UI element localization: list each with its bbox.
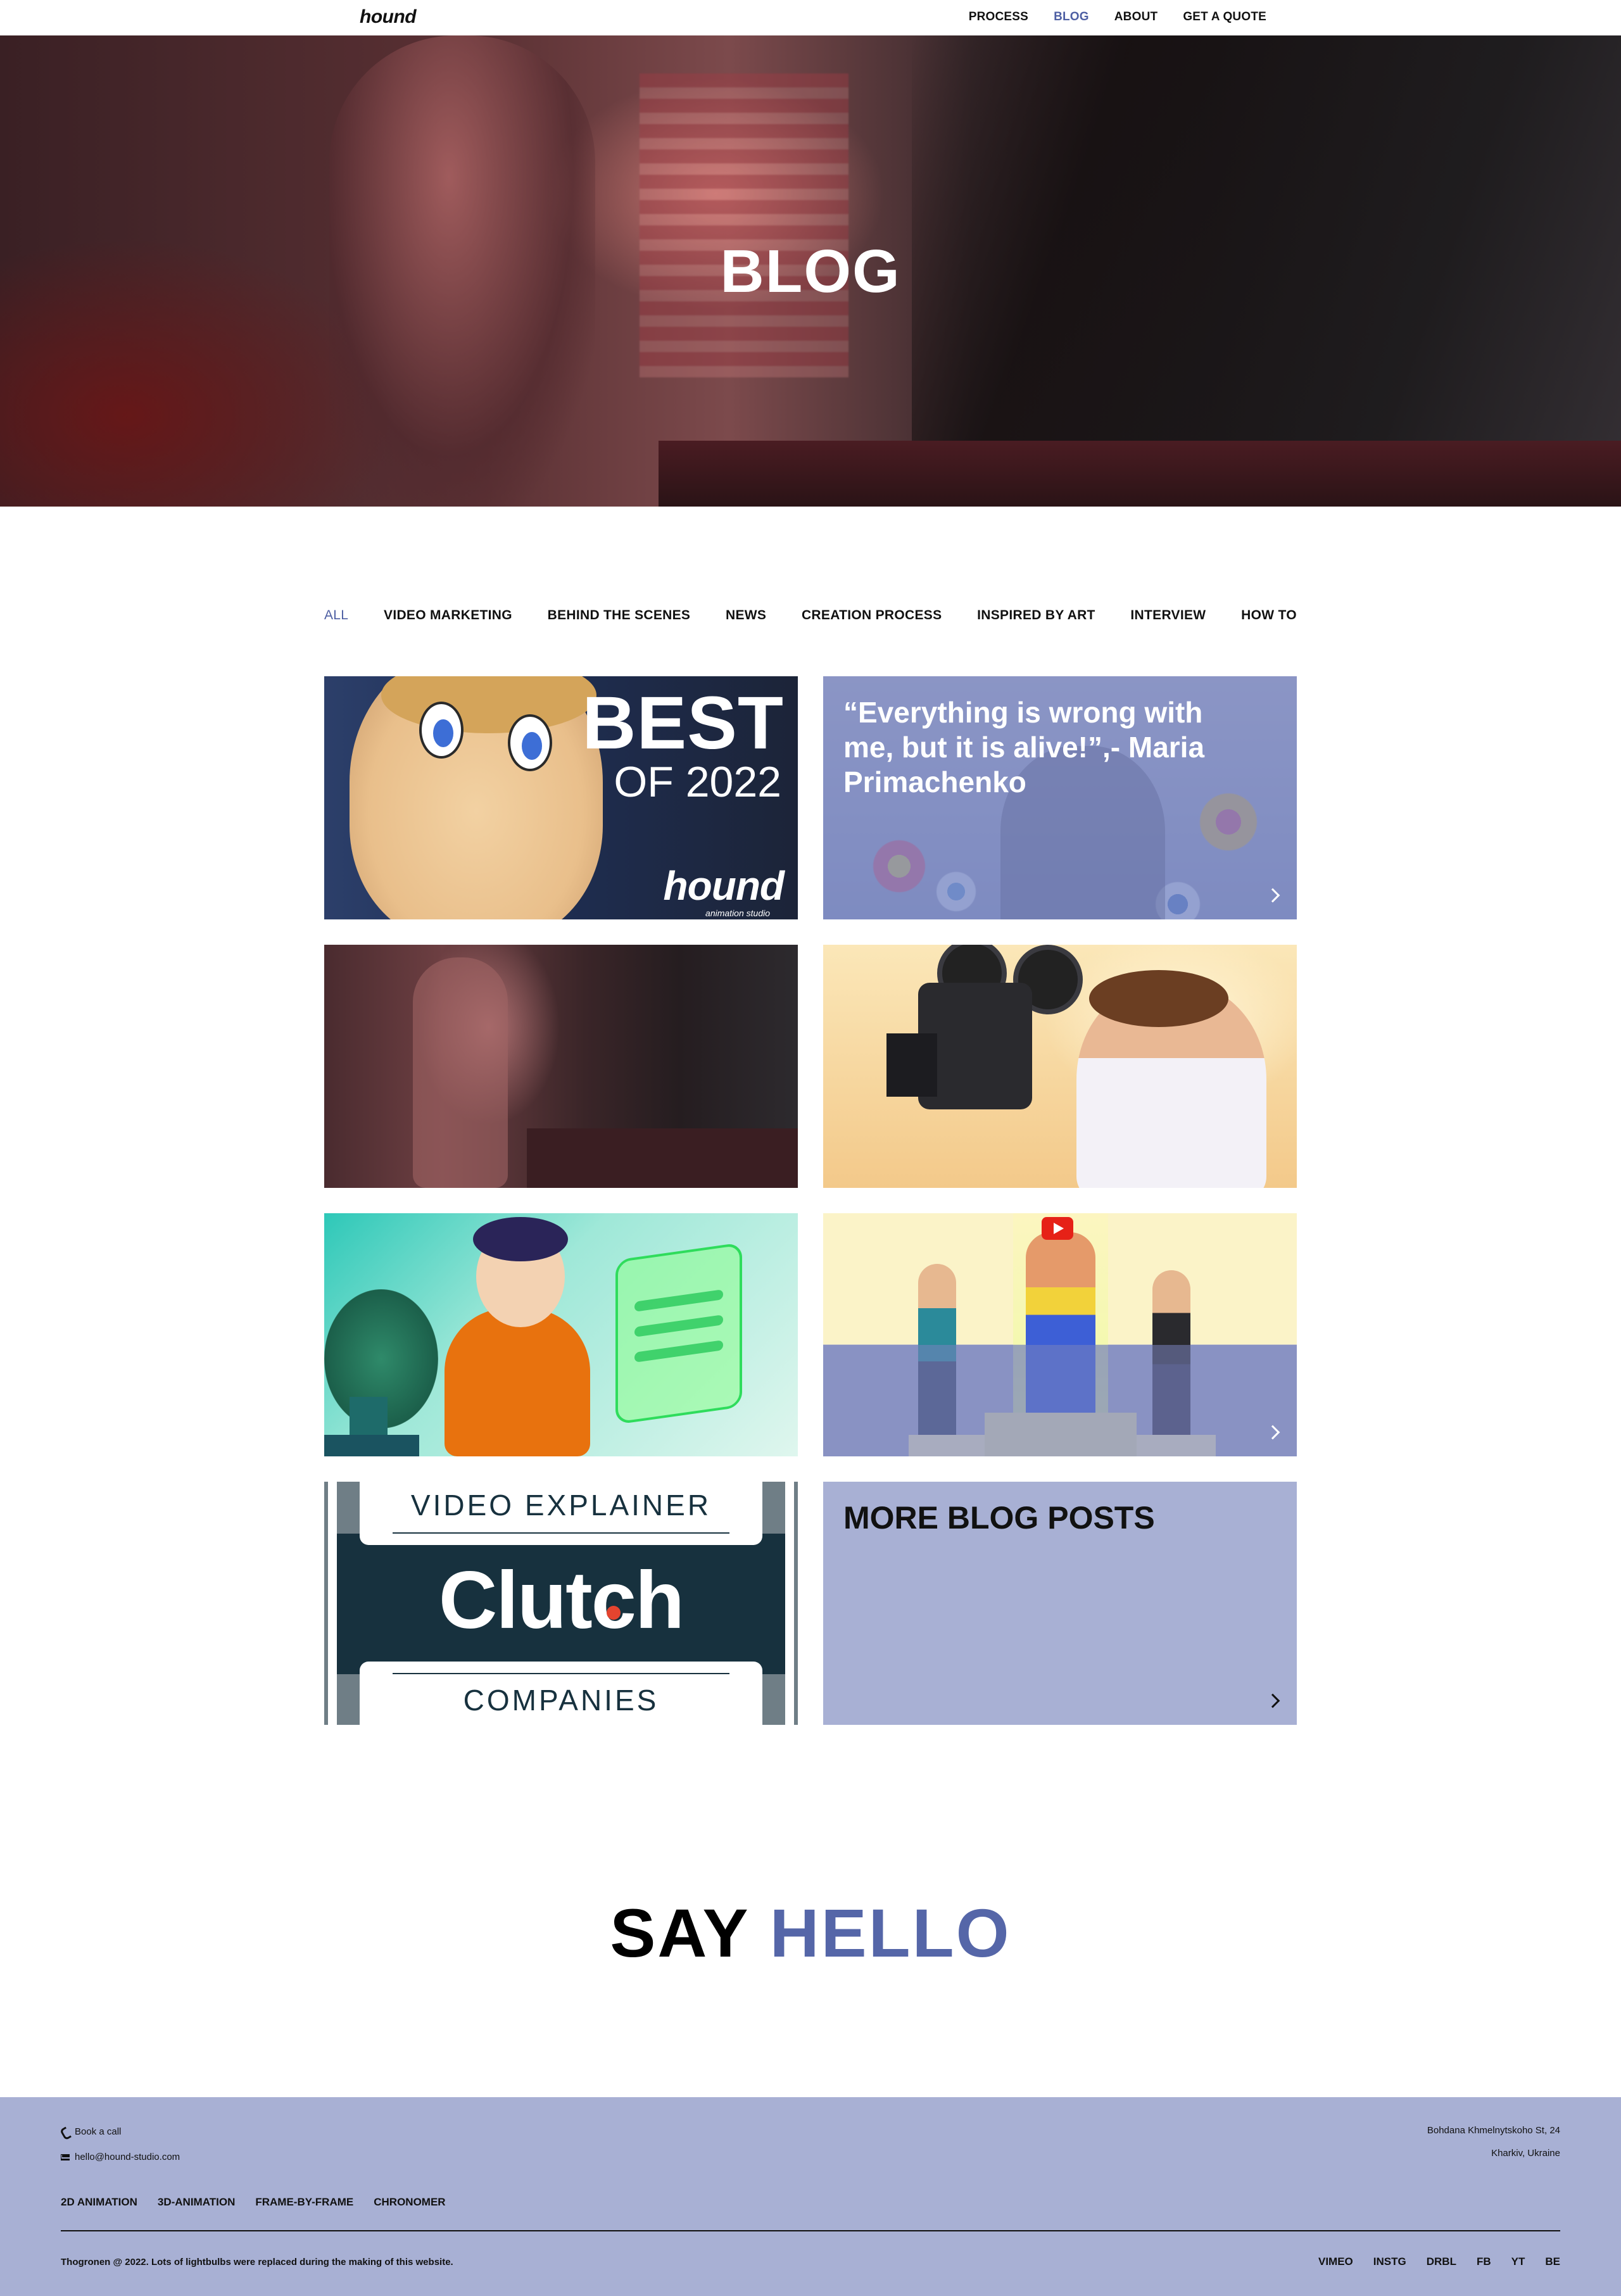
nav-get-a-quote[interactable]: GET A QUOTE (1183, 10, 1266, 24)
nav-process[interactable]: PROCESS (969, 10, 1028, 24)
operator-hair (1089, 970, 1228, 1027)
hero-banner: BLOG (0, 35, 1621, 507)
social-links: VIMEO INSTG DRBL FB YT BE (1318, 2255, 1560, 2268)
scene-desk (527, 1128, 798, 1188)
social-vimeo[interactable]: VIMEO (1318, 2255, 1353, 2268)
character-hair (473, 1217, 568, 1261)
character-body (445, 1308, 590, 1456)
email-label: hello@hound-studio.com (75, 2152, 180, 2162)
post-card-digital-screen[interactable] (324, 1213, 798, 1456)
hero-sill (659, 441, 1621, 507)
card-watermark-sub: animation studio (705, 908, 770, 918)
post-card-podium-winner[interactable] (823, 1213, 1297, 1456)
page-title: BLOG (720, 237, 901, 305)
scene-figure (413, 957, 508, 1188)
post-card-maria-primachenko[interactable]: “Everything is wrong with me, but it is … (823, 676, 1297, 919)
social-facebook[interactable]: FB (1477, 2255, 1491, 2268)
category-tabs: ALL VIDEO MARKETING BEHIND THE SCENES NE… (324, 608, 1297, 623)
book-a-call-label: Book a call (75, 2126, 122, 2137)
footer-link-3d-animation[interactable]: 3D-ANIMATION (158, 2196, 235, 2209)
address-street: Bohdana Khmelnytskoho St, 24 (1427, 2125, 1560, 2136)
footer-services: 2D ANIMATION 3D-ANIMATION FRAME-BY-FRAME… (61, 2196, 446, 2209)
social-instagram[interactable]: INSTG (1373, 2255, 1406, 2268)
hero-window-illustration (640, 73, 848, 377)
post-card-camera-operator[interactable] (823, 945, 1297, 1188)
site-header: hound PROCESS BLOG ABOUT GET A QUOTE (0, 0, 1621, 35)
tab-all[interactable]: ALL (324, 608, 348, 623)
say-hello-word1: SAY (610, 1895, 749, 1971)
card-headline: BEST (582, 681, 784, 765)
tab-interview[interactable]: INTERVIEW (1130, 608, 1206, 623)
youtube-icon (1042, 1217, 1073, 1240)
badge-frame (324, 1482, 798, 1725)
chevron-right-icon (1265, 1693, 1280, 1708)
footer-link-frame-by-frame[interactable]: FRAME-BY-FRAME (255, 2196, 353, 2209)
tab-creation-process[interactable]: CREATION PROCESS (802, 608, 942, 623)
book-a-call-link[interactable]: Book a call (61, 2126, 121, 2137)
tab-how-to[interactable]: HOW TO (1241, 608, 1297, 623)
tab-video-marketing[interactable]: VIDEO MARKETING (384, 608, 512, 623)
post-card-window-scene[interactable] (324, 945, 798, 1188)
say-hello-word2: HELLO (769, 1895, 1011, 1971)
logo[interactable]: hound (360, 6, 417, 28)
copyright: Thogronen @ 2022. Lots of lightbulbs wer… (61, 2257, 453, 2268)
footer-divider (61, 2230, 1560, 2231)
card-title: “Everything is wrong with me, but it is … (843, 696, 1205, 799)
card-subheadline: OF 2022 (614, 758, 781, 806)
post-card-clutch-badge[interactable]: VIDEO EXPLAINER Clutch COMPANIES (324, 1482, 798, 1725)
tab-news[interactable]: NEWS (726, 608, 766, 623)
email-link[interactable]: hello@hound-studio.com (61, 2152, 180, 2162)
phone-icon (61, 2128, 70, 2136)
mail-icon (61, 2154, 70, 2160)
social-behance[interactable]: BE (1545, 2255, 1560, 2268)
camera-lens (886, 1033, 937, 1097)
post-card-best-of-2022[interactable]: BEST OF 2022 hound animation studio (324, 676, 798, 919)
nav-about[interactable]: ABOUT (1114, 10, 1158, 24)
footer-link-2d-animation[interactable]: 2D ANIMATION (61, 2196, 137, 2209)
character-eye (419, 702, 464, 759)
tab-behind-the-scenes[interactable]: BEHIND THE SCENES (548, 608, 691, 623)
side-table (324, 1435, 419, 1456)
card-watermark-logo: hound (663, 863, 785, 909)
main-nav: PROCESS BLOG ABOUT GET A QUOTE (969, 10, 1266, 24)
site-footer: Book a call hello@hound-studio.com Bohda… (0, 2097, 1621, 2296)
character-eye (508, 714, 552, 771)
say-hello-heading[interactable]: SAY HELLO (0, 1893, 1621, 1972)
social-dribbble[interactable]: DRBL (1427, 2255, 1456, 2268)
more-posts-title: MORE BLOG POSTS (843, 1500, 1155, 1536)
nav-blog[interactable]: BLOG (1054, 10, 1089, 24)
footer-link-chronomer[interactable]: CHRONOMER (374, 2196, 445, 2209)
card-overlay (823, 1345, 1297, 1456)
social-youtube[interactable]: YT (1511, 2255, 1525, 2268)
more-blog-posts-card[interactable]: MORE BLOG POSTS (823, 1482, 1297, 1725)
address-city: Kharkiv, Ukraine (1491, 2148, 1560, 2159)
tab-inspired-by-art[interactable]: INSPIRED BY ART (977, 608, 1095, 623)
